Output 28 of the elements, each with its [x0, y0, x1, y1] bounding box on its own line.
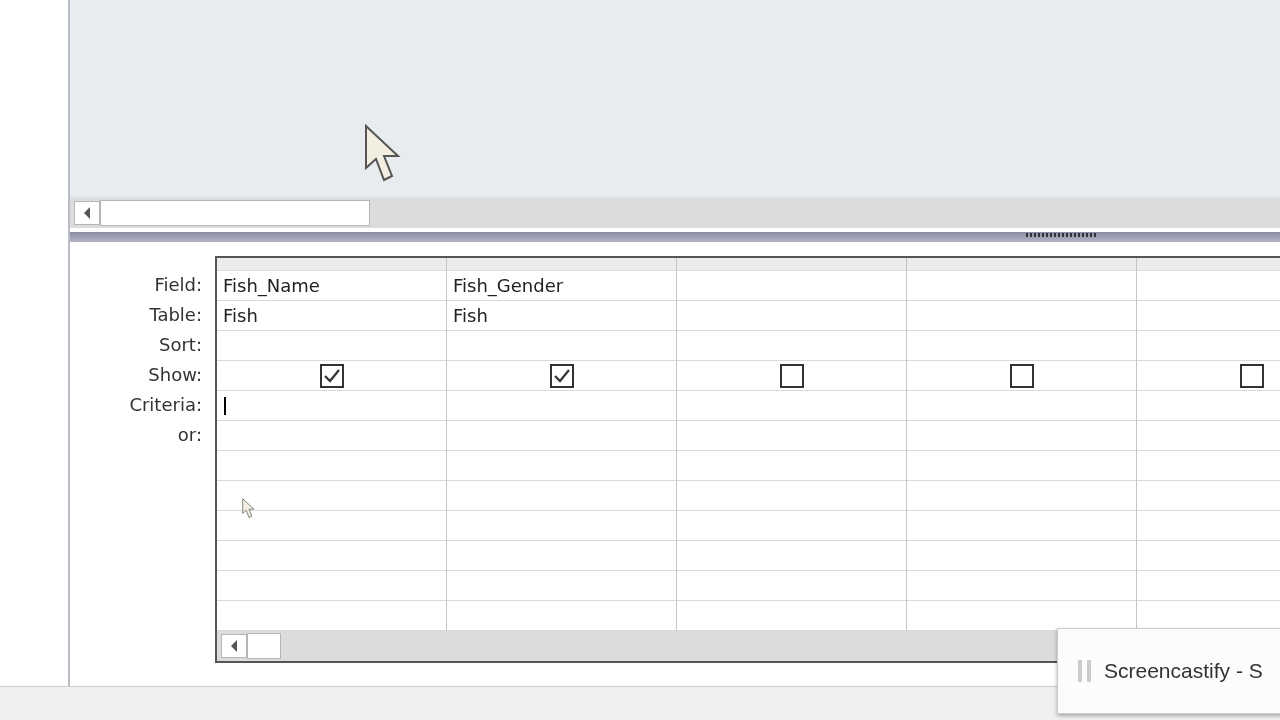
scroll-left-icon[interactable]	[221, 634, 247, 658]
column-selector[interactable]	[677, 258, 906, 271]
pause-icon	[1078, 660, 1092, 682]
table-cell[interactable]: Fish	[447, 301, 676, 331]
checkbox[interactable]	[1009, 363, 1034, 388]
notification-text: Screencastify - S	[1104, 659, 1263, 683]
text-cursor-icon	[224, 397, 226, 415]
column-selector[interactable]	[907, 258, 1136, 271]
checkbox[interactable]	[779, 363, 804, 388]
row-label: Field:	[153, 273, 203, 297]
mouse-pointer-icon	[242, 498, 256, 520]
row-label: or:	[176, 423, 203, 447]
row-label: Table:	[148, 303, 203, 327]
column-selector[interactable]	[217, 258, 446, 271]
row-label: Show:	[147, 363, 203, 387]
checkbox[interactable]	[549, 363, 574, 388]
checkbox[interactable]	[1239, 363, 1264, 388]
pane-splitter[interactable]	[70, 232, 1280, 242]
scroll-left-icon[interactable]	[74, 201, 100, 225]
scroll-thumb[interactable]	[100, 200, 370, 226]
scroll-thumb[interactable]	[247, 633, 281, 659]
table-cell[interactable]: Fish	[217, 301, 446, 331]
row-label: Criteria:	[128, 393, 203, 417]
checkbox[interactable]	[319, 363, 344, 388]
table-cell[interactable]: Fish_Name	[217, 271, 446, 301]
table-cell[interactable]: Fish_Gender	[447, 271, 676, 301]
row-label: Sort:	[158, 333, 203, 357]
column-selector[interactable]	[447, 258, 676, 271]
